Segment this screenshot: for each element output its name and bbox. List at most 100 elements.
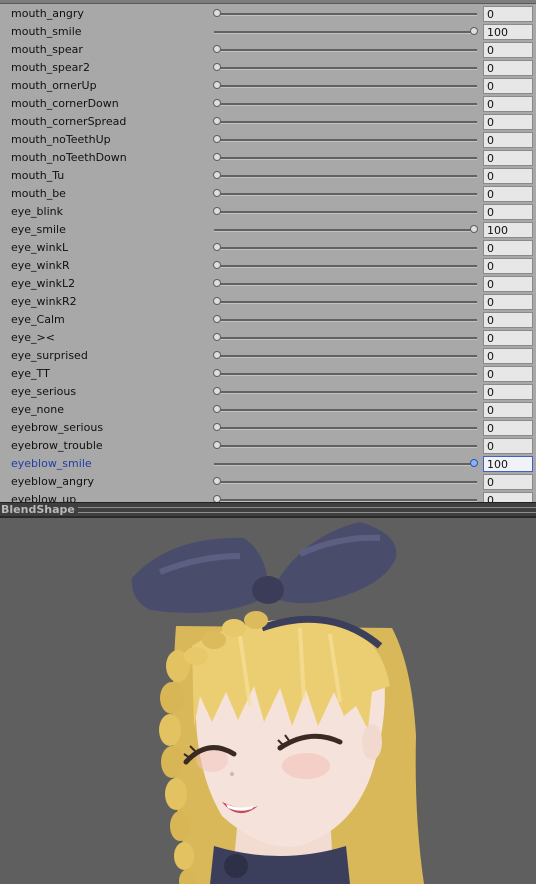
blendshape-slider-track[interactable] [214,247,477,250]
blendshape-slider-thumb[interactable] [470,27,478,35]
blendshape-slider-track[interactable] [214,103,477,106]
blendshape-row: eye_winkL2 [0,275,536,293]
blendshape-slider-thumb[interactable] [213,189,221,197]
blendshape-value-field[interactable] [483,420,533,436]
blendshape-value-field[interactable] [483,240,533,256]
drag-handle[interactable] [78,507,536,513]
blendshape-slider-track[interactable] [214,67,477,70]
blendshape-value-field[interactable] [483,348,533,364]
blendshape-slider-track[interactable] [214,121,477,124]
blendshape-slider-track[interactable] [214,481,477,484]
blendshape-slider-track[interactable] [214,139,477,142]
blendshape-slider-thumb[interactable] [213,441,221,449]
blendshape-slider-track[interactable] [214,85,477,88]
blendshape-slider-thumb[interactable] [213,477,221,485]
blendshape-slider-thumb[interactable] [213,279,221,287]
blendshape-slider-track[interactable] [214,319,477,322]
blendshape-slider-track[interactable] [214,175,477,178]
blendshape-slider-thumb[interactable] [213,117,221,125]
blendshape-slider-track[interactable] [214,409,477,412]
blendshape-value-field[interactable] [483,186,533,202]
blendshape-slider-track[interactable] [214,13,477,16]
blendshape-slider-thumb[interactable] [213,99,221,107]
blendshape-slider-thumb[interactable] [213,81,221,89]
blendshape-row: eye_Calm [0,311,536,329]
blendshape-slider-thumb[interactable] [213,63,221,71]
blendshape-row: mouth_angry [0,5,536,23]
blendshape-value-field[interactable] [483,258,533,274]
blendshape-label: eyebrow_trouble [11,439,103,452]
blendshape-row: mouth_noTeethUp [0,131,536,149]
blendshape-value-field[interactable] [483,114,533,130]
blendshape-label: eyeblow_up [11,493,77,502]
blendshape-value-field[interactable] [483,168,533,184]
blendshape-value-field[interactable] [483,330,533,346]
blendshape-slider-thumb[interactable] [213,153,221,161]
blendshape-slider-thumb[interactable] [213,315,221,323]
blendshape-row: eyebrow_serious [0,419,536,437]
blendshape-row: eye_blink [0,203,536,221]
blendshape-slider-thumb[interactable] [470,459,478,467]
blendshape-slider-track[interactable] [214,445,477,448]
blendshape-slider-track[interactable] [214,229,477,232]
blendshape-slider-track[interactable] [214,211,477,214]
blendshape-value-field[interactable] [483,96,533,112]
blendshape-slider-track[interactable] [214,31,477,34]
blendshape-value-field[interactable] [483,60,533,76]
blendshape-slider-thumb[interactable] [470,225,478,233]
blendshape-row: mouth_be [0,185,536,203]
blendshape-slider-track[interactable] [214,337,477,340]
blendshape-slider-thumb[interactable] [213,495,221,502]
blendshape-slider-thumb[interactable] [213,405,221,413]
blendshape-slider-track[interactable] [214,373,477,376]
blendshape-panel-header[interactable]: BlendShape [0,502,536,516]
blendshape-row: eyebrow_trouble [0,437,536,455]
blendshape-value-field[interactable] [483,492,533,502]
blendshape-value-field[interactable] [483,78,533,94]
blendshape-slider-thumb[interactable] [213,423,221,431]
blendshape-value-field[interactable] [483,438,533,454]
blendshape-slider-track[interactable] [214,157,477,160]
blendshape-slider-thumb[interactable] [213,261,221,269]
blendshape-slider-thumb[interactable] [213,369,221,377]
blendshape-value-field[interactable] [483,222,533,238]
blendshape-slider-thumb[interactable] [213,171,221,179]
blendshape-label: mouth_spear [11,43,83,56]
blendshape-value-field[interactable] [483,474,533,490]
blendshape-value-field[interactable] [483,150,533,166]
blendshape-slider-track[interactable] [214,355,477,358]
blendshape-slider-track[interactable] [214,301,477,304]
blendshape-slider-thumb[interactable] [213,351,221,359]
blendshape-value-field[interactable] [483,204,533,220]
blendshape-slider-thumb[interactable] [213,9,221,17]
blendshape-value-field[interactable] [483,384,533,400]
blendshape-value-field[interactable] [483,456,533,472]
blendshape-slider-thumb[interactable] [213,207,221,215]
blendshape-slider-track[interactable] [214,265,477,268]
blendshape-value-field[interactable] [483,24,533,40]
blendshape-inspector: mouth_angry mouth_smile mouth_spear mouth_s… [0,0,536,502]
blendshape-slider-track[interactable] [214,463,477,466]
blendshape-slider-track[interactable] [214,427,477,430]
blendshape-value-field[interactable] [483,132,533,148]
blendshape-slider-track[interactable] [214,49,477,52]
blendshape-slider-track[interactable] [214,391,477,394]
blendshape-slider-thumb[interactable] [213,387,221,395]
blendshape-slider-track[interactable] [214,193,477,196]
blendshape-slider-thumb[interactable] [213,297,221,305]
blendshape-slider-thumb[interactable] [213,333,221,341]
blendshape-value-field[interactable] [483,6,533,22]
blendshape-slider-thumb[interactable] [213,243,221,251]
blendshape-slider-track[interactable] [214,283,477,286]
blendshape-row: eye_surprised [0,347,536,365]
blendshape-value-field[interactable] [483,294,533,310]
blendshape-value-field[interactable] [483,42,533,58]
blendshape-label: eye_surprised [11,349,88,362]
blendshape-value-field[interactable] [483,402,533,418]
blendshape-slider-thumb[interactable] [213,45,221,53]
blendshape-slider-thumb[interactable] [213,135,221,143]
scene-view[interactable] [0,516,536,884]
blendshape-value-field[interactable] [483,312,533,328]
blendshape-value-field[interactable] [483,366,533,382]
blendshape-value-field[interactable] [483,276,533,292]
